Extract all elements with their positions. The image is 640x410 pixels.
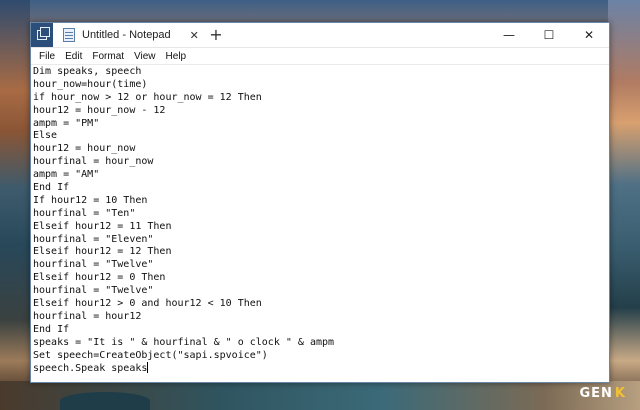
code-line: hourfinal = "Twelve" bbox=[33, 285, 154, 297]
code-line: Set speech=CreateObject("sapi.spvoice") bbox=[33, 349, 268, 361]
code-line: Elseif hour12 = 11 Then bbox=[33, 220, 172, 232]
code-line: If hour12 = 10 Then bbox=[33, 194, 148, 206]
code-line: Else bbox=[33, 130, 58, 142]
code-line-last: speech.Speak speaks bbox=[31, 362, 609, 375]
close-button[interactable]: ✕ bbox=[569, 23, 609, 47]
title-bar[interactable]: Untitled - Notepad ✕ + — ☐ ✕ bbox=[31, 23, 609, 48]
minimize-button[interactable]: — bbox=[489, 23, 529, 47]
desktop-wallpaper-right bbox=[608, 0, 640, 410]
menu-file[interactable]: File bbox=[34, 51, 60, 62]
menu-edit[interactable]: Edit bbox=[60, 51, 87, 62]
code-line: hourfinal = "Eleven" bbox=[33, 233, 154, 245]
watermark-accent: K bbox=[614, 386, 626, 401]
code-line: speaks = "It is " & hourfinal & " o cloc… bbox=[33, 336, 335, 348]
code-line: Elseif hour12 > 0 and hour12 < 10 Then bbox=[33, 298, 262, 310]
new-tab-button[interactable]: + bbox=[207, 25, 225, 44]
code-line: hourfinal = "Ten" bbox=[33, 207, 136, 219]
maximize-button[interactable]: ☐ bbox=[529, 23, 569, 47]
code-line: hourfinal = "Twelve" bbox=[33, 259, 154, 271]
menu-help[interactable]: Help bbox=[161, 51, 192, 62]
notepad-window: Untitled - Notepad ✕ + — ☐ ✕ File Edit F… bbox=[30, 22, 610, 383]
code-line: hour12 = hour_now bbox=[33, 143, 136, 155]
code-line: ampm = "AM" bbox=[33, 169, 100, 181]
wallpaper-boat bbox=[60, 392, 150, 410]
code-line: hour_now=hour(time) bbox=[33, 78, 148, 90]
code-line-text: speech.Speak speaks bbox=[33, 363, 148, 375]
tab-close-icon[interactable]: ✕ bbox=[190, 29, 199, 42]
code-area: Dim speaks, speech hour_now=hour(time) i… bbox=[31, 65, 609, 375]
text-caret bbox=[147, 362, 149, 374]
task-view-button[interactable] bbox=[31, 23, 53, 47]
window-controls: — ☐ ✕ bbox=[489, 23, 609, 47]
code-line: Dim speaks, speech bbox=[33, 66, 142, 77]
text-editor[interactable]: Dim speaks, speech hour_now=hour(time) i… bbox=[31, 64, 609, 382]
code-line: Elseif hour12 = 0 Then bbox=[33, 272, 166, 284]
menu-bar: File Edit Format View Help bbox=[31, 48, 609, 64]
tab-untitled-notepad[interactable]: Untitled - Notepad ✕ bbox=[55, 23, 203, 47]
tab-title: Untitled - Notepad bbox=[82, 29, 171, 41]
code-line: End If bbox=[33, 323, 70, 335]
code-line: End If bbox=[33, 182, 70, 194]
code-line: ampm = "PM" bbox=[33, 117, 100, 129]
code-line: hour12 = hour_now - 12 bbox=[33, 104, 166, 116]
code-line: hourfinal = hour12 bbox=[33, 310, 142, 322]
watermark-text: GEN bbox=[579, 386, 613, 401]
code-line: if hour_now > 12 or hour_now = 12 Then bbox=[33, 91, 262, 103]
notepad-icon bbox=[63, 28, 75, 42]
desktop-wallpaper-left bbox=[0, 0, 30, 410]
menu-format[interactable]: Format bbox=[87, 51, 129, 62]
genk-watermark-logo: GEN K bbox=[579, 386, 626, 401]
code-line: hourfinal = hour_now bbox=[33, 156, 154, 168]
code-line: Elseif hour12 = 12 Then bbox=[33, 246, 172, 258]
task-view-icon bbox=[37, 27, 50, 40]
menu-view[interactable]: View bbox=[129, 51, 161, 62]
